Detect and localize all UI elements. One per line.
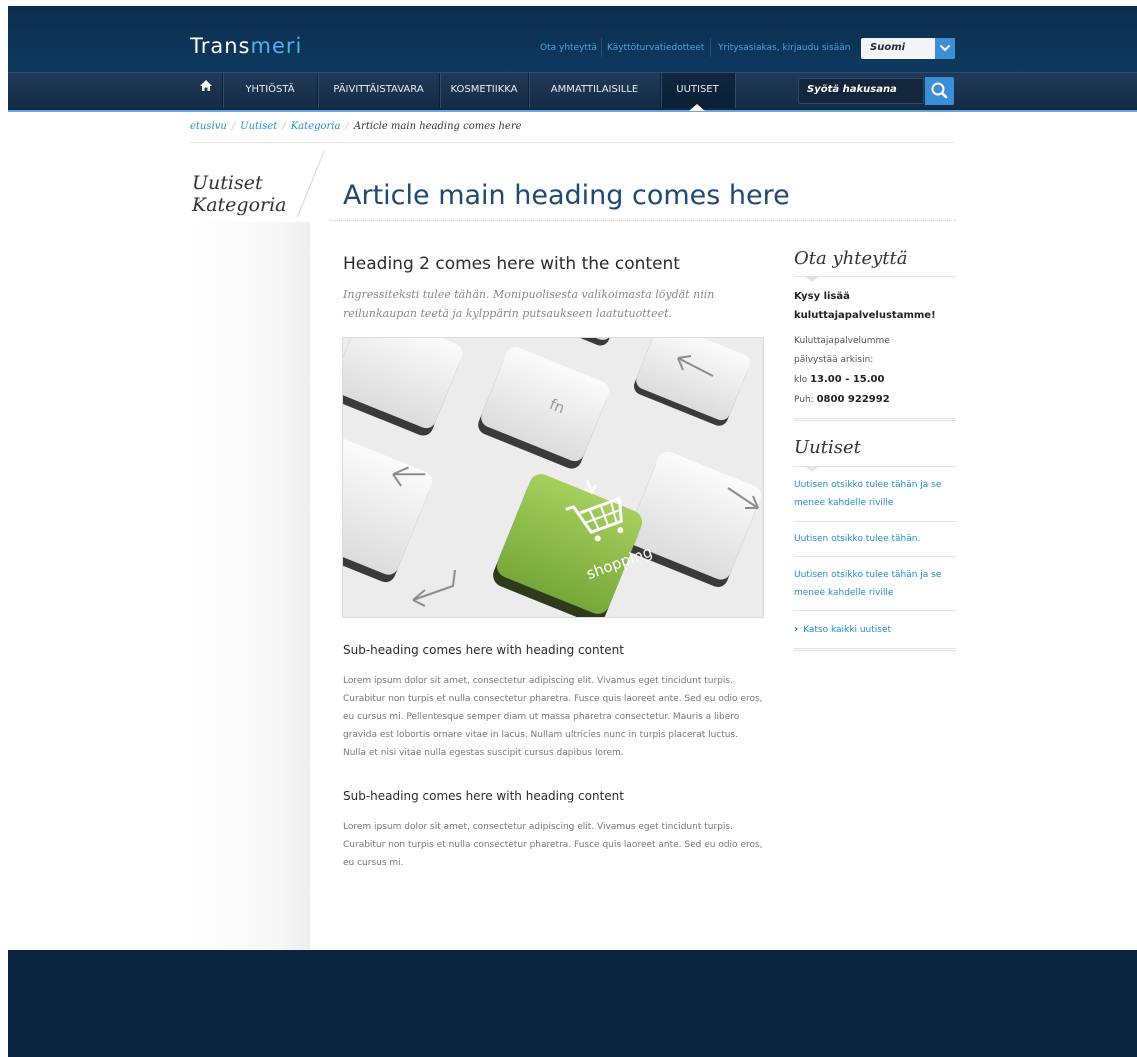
article-subheading-1: Sub-heading comes here with heading cont… <box>343 643 624 657</box>
sidebar-divider <box>794 466 956 467</box>
sidebar-divider <box>794 276 956 277</box>
sidebar-section-divider <box>794 648 956 651</box>
language-select[interactable]: Suomi <box>861 38 955 59</box>
article-subheading-2: Sub-heading comes here with heading cont… <box>343 789 624 803</box>
site-logo[interactable]: Transmeri <box>190 34 302 58</box>
breadcrumb-kategoria[interactable]: Kategoria <box>291 121 341 132</box>
hours-value: 13.00 - 15.00 <box>810 374 885 385</box>
keyboard-shopping-illustration: fn shopping <box>343 338 763 617</box>
page-title: Article main heading comes here <box>343 180 790 211</box>
sidebar-contact-lead: Kysy lisää kuluttajapalvelustamme! <box>794 291 936 321</box>
news-link-3[interactable]: Uutisen otsikko tulee tähän ja se menee … <box>794 566 956 602</box>
breadcrumb-separator: / <box>345 121 349 132</box>
nav-item-ammattilaisille[interactable]: AMMATTILAISILLE <box>529 72 660 108</box>
article-paragraph-1: Lorem ipsum dolor sit amet, consectetur … <box>343 676 763 758</box>
section-label-line2: Kategoria <box>192 194 287 216</box>
breadcrumb-separator: / <box>282 121 286 132</box>
sidebar-news-title: Uutiset <box>794 437 861 458</box>
sidebar-contact-line1: Kuluttajapalvelumme <box>794 336 890 346</box>
left-column-shade <box>190 222 310 950</box>
breadcrumb: etusivu / Uutiset / Kategoria / Article main h… <box>190 121 522 132</box>
section-label: Uutiset Kategoria <box>192 172 287 216</box>
sidebar-contact-phone: Puh: 0800 922992 <box>794 390 890 410</box>
hours-prefix: klo <box>794 375 808 385</box>
sidebar-contact-title: Ota yhteyttä <box>794 248 908 269</box>
breadcrumb-home[interactable]: etusivu <box>190 121 227 132</box>
logo-text-primary: Trans <box>190 34 251 58</box>
toplink-contact[interactable]: Ota yhteyttä <box>540 43 597 53</box>
toplink-business-login[interactable]: Yritysasiakas, kirjaudu sisään <box>718 43 850 53</box>
search-field <box>798 78 924 104</box>
news-divider <box>794 610 956 611</box>
search-button[interactable] <box>925 77 954 105</box>
phone-value: 0800 922992 <box>816 394 890 405</box>
article-hero-image: fn shopping <box>342 337 764 618</box>
nav-item-yhtiosta[interactable]: YHTIÖSTÄ <box>223 72 317 108</box>
section-label-line1: Uutiset <box>192 172 263 194</box>
breadcrumb-uutiset[interactable]: Uutiset <box>240 121 277 132</box>
home-icon <box>199 72 213 108</box>
news-link-1[interactable]: Uutisen otsikko tulee tähän ja se menee … <box>794 476 956 512</box>
news-divider <box>794 521 956 522</box>
sidebar-section-divider <box>794 418 956 421</box>
phone-prefix: Puh: <box>794 395 814 405</box>
article-paragraph-2: Lorem ipsum dolor sit amet, consectetur … <box>343 822 763 868</box>
search-input[interactable] <box>807 84 919 95</box>
sidebar-contact-hours: klo 13.00 - 15.00 <box>794 370 884 390</box>
breadcrumb-divider <box>190 142 954 143</box>
logo-text-accent: meri <box>250 34 303 58</box>
breadcrumb-separator: / <box>231 121 236 132</box>
see-all-news-link[interactable]: › Katso kaikki uutiset <box>794 624 891 635</box>
article-heading2: Heading 2 comes here with the content <box>343 254 680 274</box>
search-icon <box>925 82 954 108</box>
news-divider <box>794 556 956 557</box>
see-all-label: Katso kaikki uutiset <box>803 625 892 635</box>
breadcrumb-current: Article main heading comes here <box>353 121 522 132</box>
language-select-value: Suomi <box>870 42 906 53</box>
toplink-separator <box>601 38 602 57</box>
nav-divider <box>734 73 735 108</box>
site-footer <box>8 950 1137 1057</box>
sidebar-contact-line2: päivystää arkisin: <box>794 355 874 365</box>
sidebar-notch <box>806 277 818 282</box>
title-divider <box>330 220 956 221</box>
nav-item-paivittaistavara[interactable]: PÄIVITTÄISTAVARA <box>318 72 439 108</box>
nav-item-uutiset[interactable]: UUTISET <box>661 72 734 108</box>
toplink-safety-bulletins[interactable]: Käyttöturvatiedotteet <box>607 43 704 53</box>
article-ingress: Ingressiteksti tulee tähän. Monipuolises… <box>343 288 715 320</box>
nav-home[interactable] <box>190 72 222 108</box>
chevron-down-icon <box>935 38 955 59</box>
nav-item-kosmetiikka[interactable]: KOSMETIIKKA <box>440 72 528 108</box>
chevron-right-icon: › <box>794 624 799 635</box>
sidebar-notch <box>806 467 818 472</box>
news-link-2[interactable]: Uutisen otsikko tulee tähän. <box>794 530 956 548</box>
header-divider <box>8 110 1137 112</box>
toplink-separator <box>710 38 711 57</box>
title-slash-divider <box>297 150 325 218</box>
